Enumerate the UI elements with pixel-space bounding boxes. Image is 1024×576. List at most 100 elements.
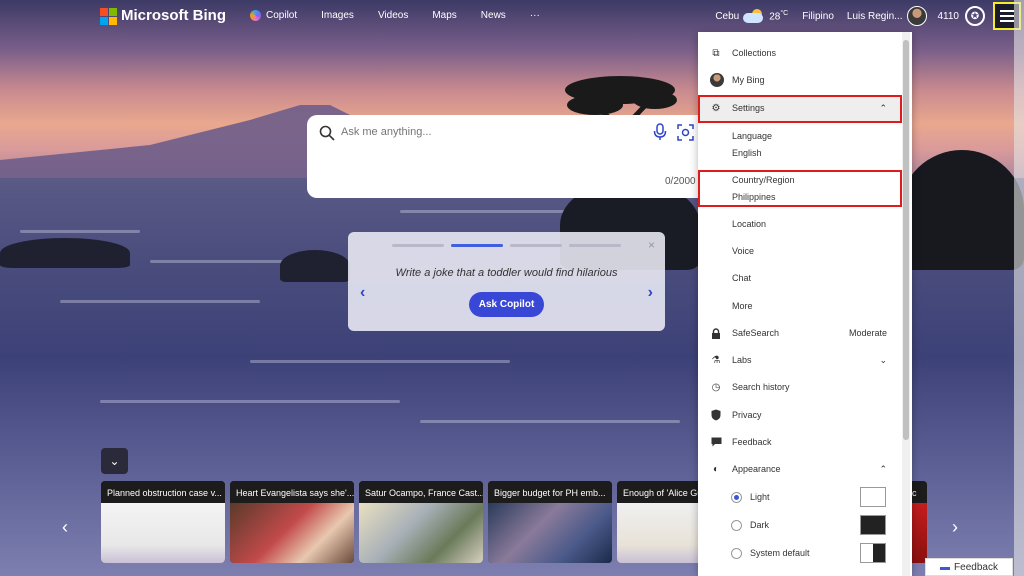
search-input[interactable] — [341, 126, 631, 138]
menu-item-chat[interactable]: Chat — [698, 267, 902, 289]
feedback-icon — [710, 436, 722, 448]
menu-item-privacy[interactable]: Privacy — [698, 404, 902, 426]
menu-item-language-value[interactable]: English — [698, 142, 902, 164]
nav-more[interactable]: ··· — [530, 10, 540, 21]
menu-item-label: Chat — [732, 273, 752, 283]
theme-option-light[interactable]: Light — [698, 486, 902, 508]
bing-logo[interactable]: Microsoft Bing — [100, 7, 226, 25]
logo-text: Microsoft Bing — [121, 7, 226, 24]
avatar[interactable] — [907, 6, 928, 26]
collections-icon: ⧉ — [712, 47, 720, 59]
more-dots-icon: ··· — [529, 10, 540, 21]
nav-maps[interactable]: Maps — [432, 10, 456, 21]
weather-location[interactable]: Cebu — [715, 11, 739, 22]
news-card-image — [359, 503, 483, 563]
collapse-news-button[interactable]: ⌄ — [101, 448, 128, 474]
page-scrollbar[interactable] — [1014, 0, 1024, 576]
theme-dark-radio[interactable] — [731, 519, 742, 531]
menu-item-location[interactable]: Location — [698, 213, 902, 235]
partly-cloudy-icon[interactable] — [743, 9, 765, 23]
search-box: 0/2000 — [307, 115, 701, 198]
microphone-icon[interactable] — [653, 123, 667, 141]
theme-system-preview — [860, 543, 886, 563]
flask-icon: ⚗ — [711, 354, 721, 366]
lock-icon — [710, 327, 722, 339]
news-card[interactable]: Planned obstruction case v... — [101, 481, 225, 563]
theme-system-radio[interactable] — [731, 547, 742, 559]
menu-item-label: Appearance — [732, 464, 781, 474]
nav-images[interactable]: Images — [321, 10, 354, 21]
theme-option-dark[interactable]: Dark — [698, 514, 902, 536]
nav-maps-label: Maps — [432, 10, 457, 21]
news-card-image — [101, 503, 225, 563]
menu-item-safesearch[interactable]: SafeSearch Moderate — [698, 322, 902, 344]
nav-copilot[interactable]: Copilot — [250, 10, 297, 21]
user-name[interactable]: Luis Regin... — [847, 11, 903, 22]
settings-highlight — [698, 95, 902, 123]
menu-scrollbar[interactable] — [902, 32, 910, 576]
news-card[interactable]: Satur Ocampo, France Cast... — [359, 481, 483, 563]
theme-light-radio[interactable] — [731, 491, 742, 503]
menu-item-label: My Bing — [732, 75, 765, 85]
rewards-icon[interactable]: ✪ — [965, 6, 985, 26]
menu-item-label: Voice — [732, 246, 755, 256]
theme-dark-preview — [860, 515, 886, 535]
menu-item-label: SafeSearch — [732, 328, 780, 338]
settings-menu-panel: ⧉ Collections My Bing ⚙ Settings ⌃ Langu… — [698, 32, 912, 576]
menu-item-label: More — [732, 301, 753, 311]
news-card[interactable]: Bigger budget for PH emb... — [488, 481, 612, 563]
news-card[interactable]: Heart Evangelista says she'... — [230, 481, 354, 563]
top-bar: Microsoft Bing Copilot Images Videos Map… — [0, 0, 1024, 32]
microsoft-logo-icon — [100, 7, 117, 25]
temperature-unit: °C — [780, 9, 789, 17]
menu-item-labs[interactable]: ⚗ Labs ⌄ — [698, 349, 902, 371]
language-value: English — [732, 148, 762, 158]
weather-temperature[interactable]: 28°C — [769, 10, 788, 22]
safesearch-value: Moderate — [848, 328, 887, 338]
nav-news-label: News — [480, 10, 506, 21]
carousel-dot-active[interactable] — [451, 244, 503, 247]
menu-item-voice[interactable]: Voice — [698, 240, 902, 262]
menu-item-label: Feedback — [732, 437, 772, 447]
menu-item-label: Location — [732, 219, 767, 229]
menu-item-feedback[interactable]: Feedback — [698, 431, 902, 453]
news-prev-icon[interactable]: ‹ — [62, 517, 68, 538]
language-label: Language — [732, 131, 773, 141]
chevron-right-icon[interactable]: › — [648, 284, 653, 302]
close-icon[interactable]: × — [648, 238, 655, 252]
nav-videos[interactable]: Videos — [378, 10, 408, 21]
copilot-icon — [250, 10, 261, 21]
theme-option-system[interactable]: System default — [698, 542, 902, 564]
news-card-image — [230, 503, 354, 563]
search-icon — [319, 125, 335, 141]
carousel-dot[interactable] — [392, 244, 444, 247]
menu-item-more[interactable]: More — [698, 295, 902, 317]
news-next-icon[interactable]: › — [952, 517, 958, 538]
theme-system-label: System default — [750, 548, 810, 558]
avatar — [710, 73, 724, 87]
menu-item-collections[interactable]: ⧉ Collections — [698, 42, 902, 64]
language-link[interactable]: Filipino — [802, 11, 834, 22]
chevron-up-icon: ⌃ — [879, 463, 887, 474]
country-region-highlight — [698, 170, 902, 207]
feedback-label: Feedback — [954, 561, 998, 573]
menu-item-label: Search history — [732, 382, 790, 392]
theme-light-label: Light — [750, 492, 770, 502]
theme-dark-label: Dark — [750, 520, 770, 530]
menu-item-my-bing[interactable]: My Bing — [698, 69, 902, 91]
carousel-dot[interactable] — [569, 244, 621, 247]
menu-item-search-history[interactable]: ◷ Search history — [698, 376, 902, 398]
nav-videos-label: Videos — [377, 10, 409, 21]
feedback-button[interactable]: ▬ Feedback — [925, 558, 1013, 576]
shield-icon — [710, 409, 722, 421]
chevron-left-icon[interactable]: ‹ — [360, 284, 365, 302]
visual-search-icon[interactable] — [677, 124, 694, 141]
ask-copilot-button[interactable]: Ask Copilot — [469, 292, 544, 317]
copilot-prompt-card: × ‹ › Write a joke that a toddler would … — [348, 232, 665, 331]
menu-scroll-thumb[interactable] — [903, 40, 909, 440]
nav-news[interactable]: News — [481, 10, 506, 21]
menu-item-label: Labs — [732, 355, 752, 365]
rewards-points[interactable]: 4110 — [937, 11, 959, 22]
carousel-dot[interactable] — [510, 244, 562, 247]
menu-item-appearance[interactable]: ◐ Appearance ⌃ — [698, 458, 902, 480]
